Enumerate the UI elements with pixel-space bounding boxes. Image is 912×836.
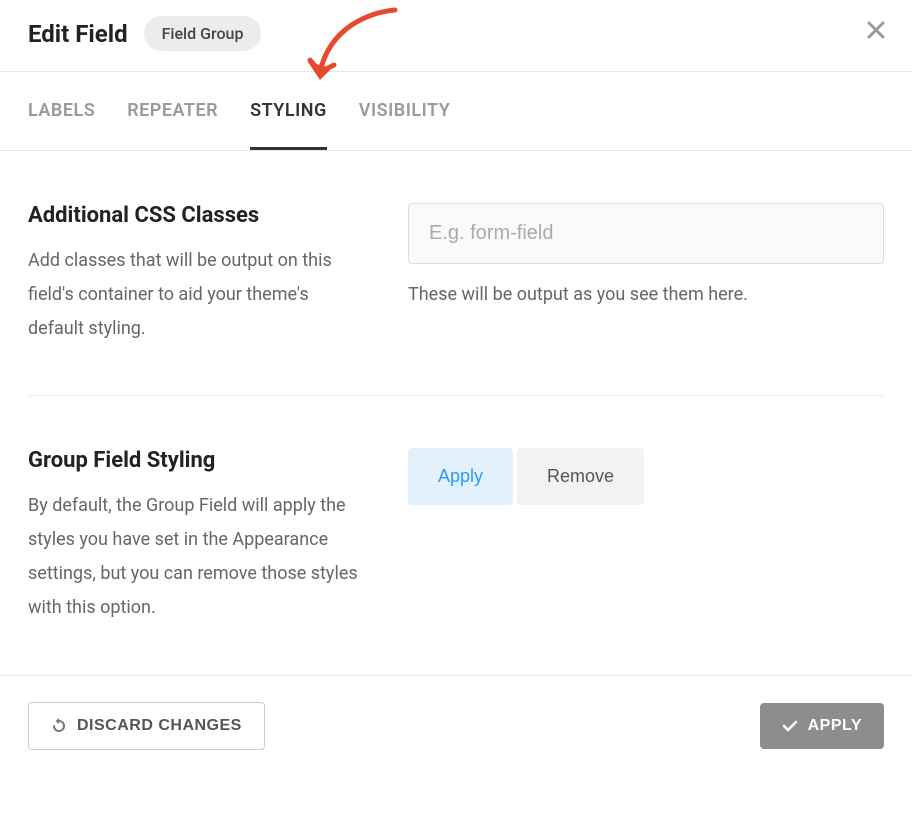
css-classes-input[interactable] (408, 203, 884, 264)
field-type-badge: Field Group (144, 16, 262, 51)
section-info: Group Field Styling By default, the Grou… (28, 448, 368, 626)
check-icon (782, 718, 798, 734)
section-description: By default, the Group Field will apply t… (28, 489, 368, 626)
tab-repeater[interactable]: REPEATER (127, 72, 218, 150)
apply-label: APPLY (808, 717, 862, 735)
dialog-header: Edit Field Field Group (0, 0, 912, 72)
tab-content: Additional CSS Classes Add classes that … (0, 151, 912, 663)
section-title: Group Field Styling (28, 448, 368, 473)
css-classes-helper: These will be output as you see them her… (408, 284, 884, 305)
section-control: These will be output as you see them her… (408, 203, 884, 347)
dialog-title: Edit Field (28, 20, 128, 48)
section-additional-css: Additional CSS Classes Add classes that … (28, 151, 884, 396)
discard-changes-button[interactable]: DISCARD CHANGES (28, 702, 265, 750)
dialog-footer: DISCARD CHANGES APPLY (0, 675, 912, 776)
group-styling-apply[interactable]: Apply (408, 448, 513, 505)
apply-button[interactable]: APPLY (760, 703, 884, 749)
section-title: Additional CSS Classes (28, 203, 368, 228)
tab-labels[interactable]: LABELS (28, 72, 95, 150)
group-styling-remove[interactable]: Remove (517, 448, 644, 505)
undo-icon (51, 718, 67, 734)
tab-visibility[interactable]: VISIBILITY (359, 72, 451, 150)
section-control: Apply Remove (408, 448, 884, 626)
close-icon (866, 20, 886, 40)
discard-changes-label: DISCARD CHANGES (77, 717, 242, 735)
section-description: Add classes that will be output on this … (28, 244, 368, 347)
section-group-field-styling: Group Field Styling By default, the Grou… (28, 396, 884, 664)
tab-styling[interactable]: STYLING (250, 72, 327, 150)
section-info: Additional CSS Classes Add classes that … (28, 203, 368, 347)
tab-bar: LABELS REPEATER STYLING VISIBILITY (0, 72, 912, 151)
close-button[interactable] (866, 20, 886, 44)
group-styling-toggle: Apply Remove (408, 448, 884, 505)
